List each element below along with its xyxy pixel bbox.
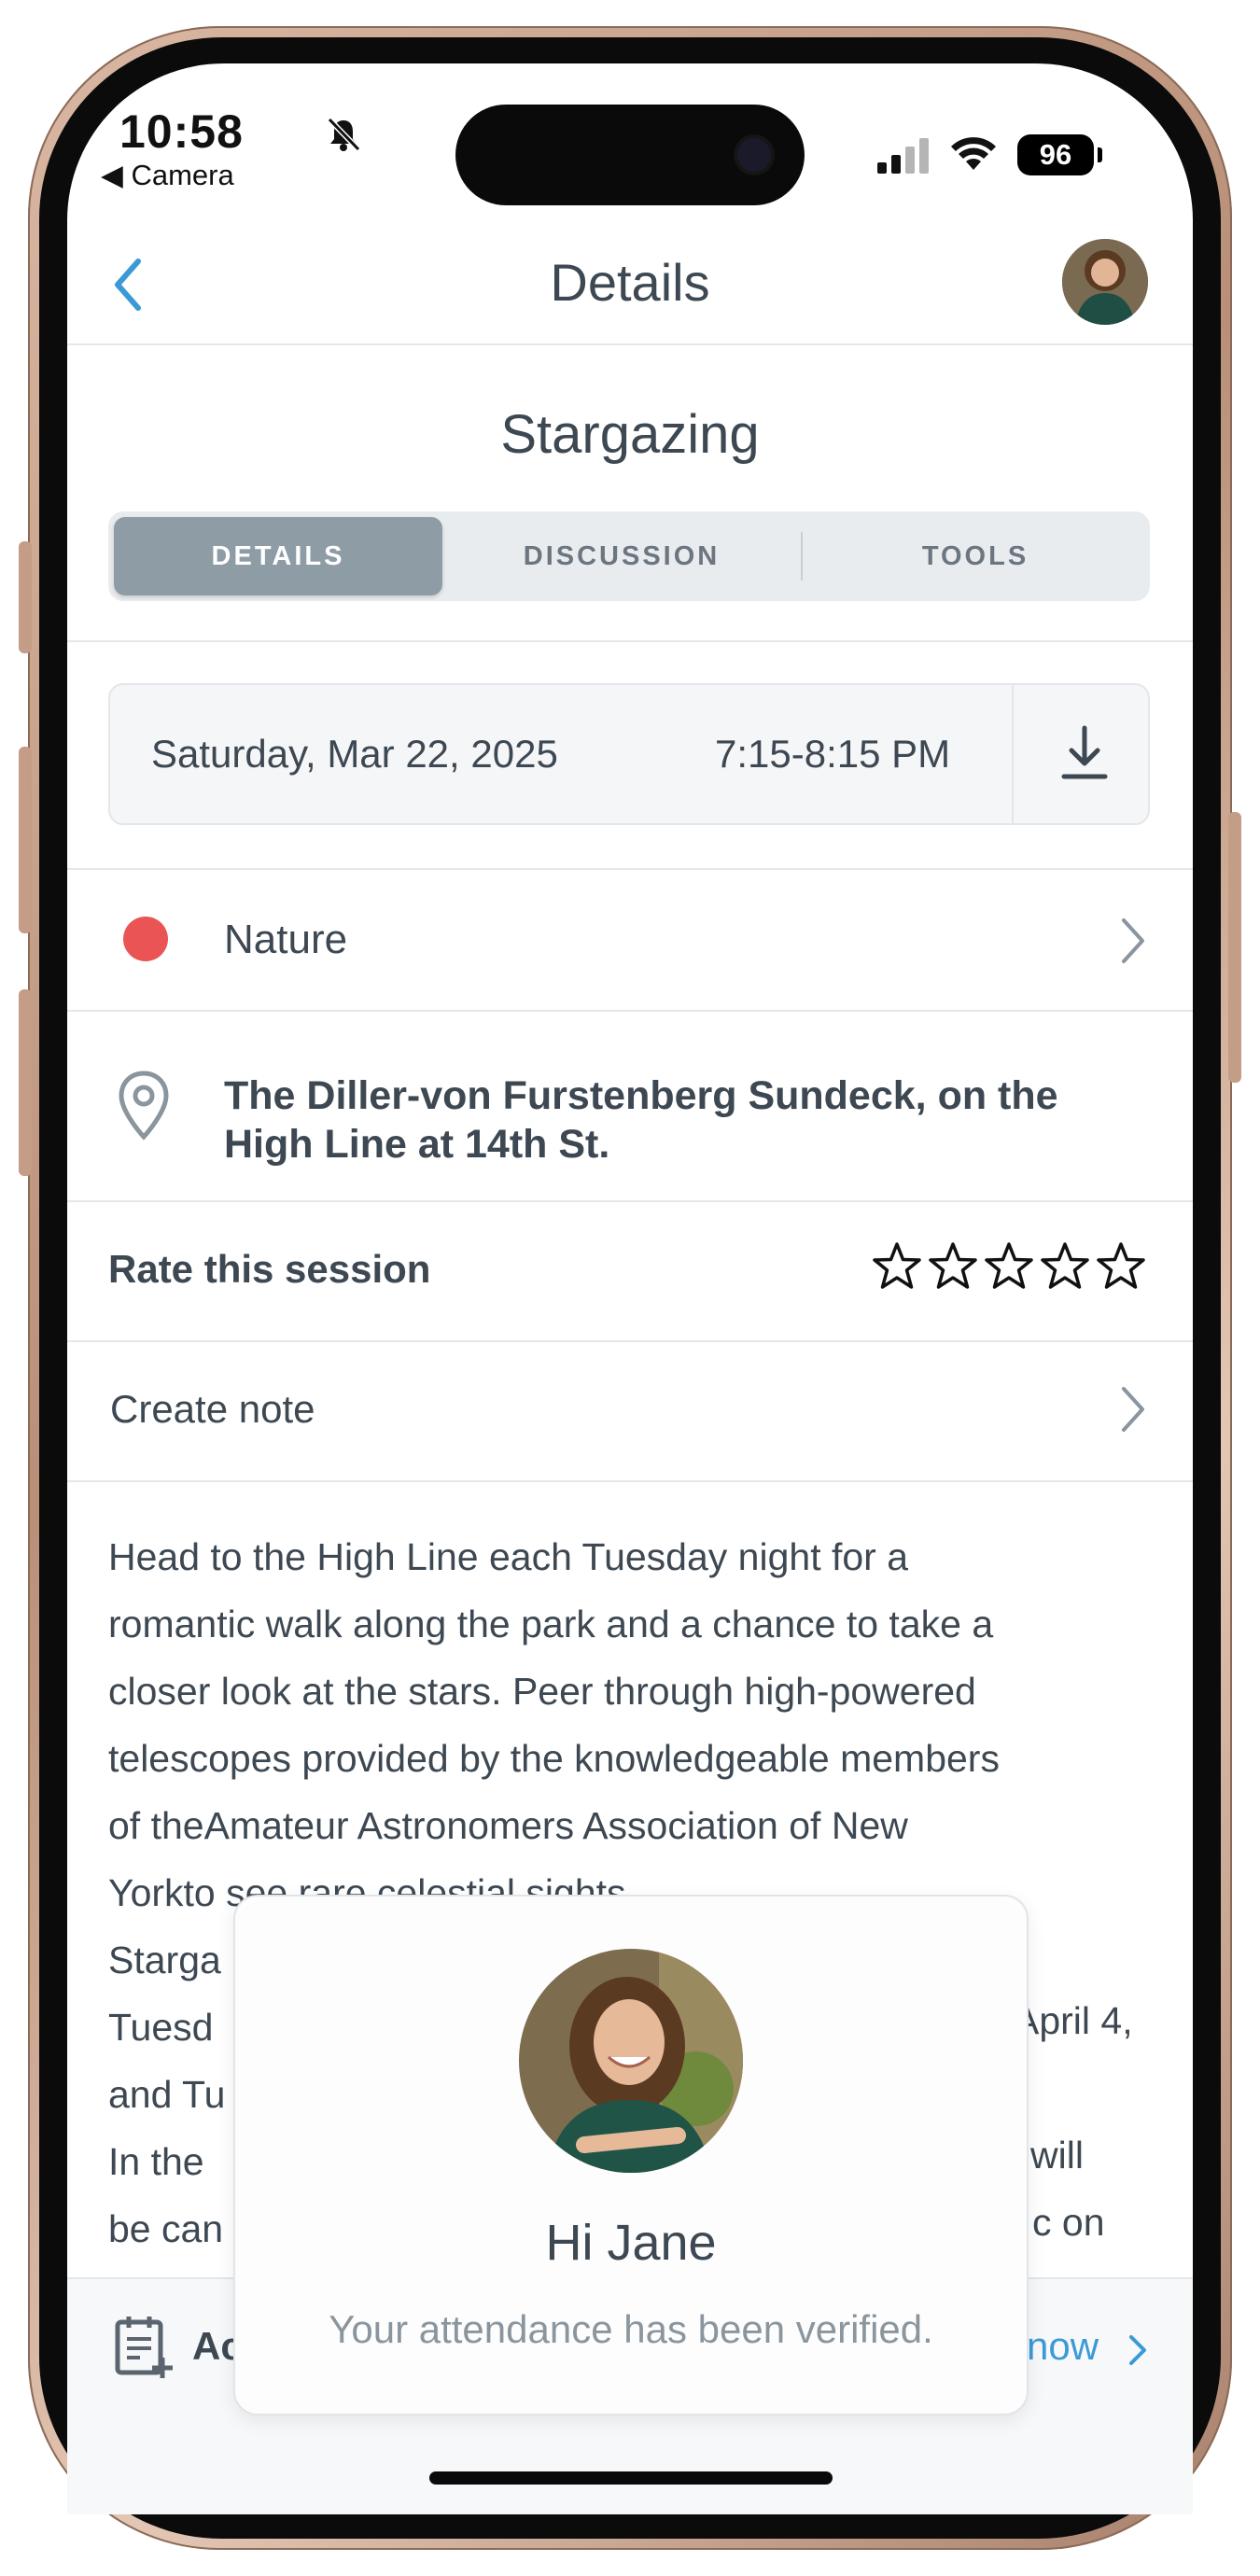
action-button xyxy=(19,541,32,653)
cellular-signal-icon xyxy=(877,138,929,174)
description-line: Head to the High Line each Tuesday night… xyxy=(108,1535,909,1578)
download-icon[interactable] xyxy=(1057,722,1113,784)
description-fragment: will xyxy=(1030,2134,1084,2177)
rate-session-label: Rate this session xyxy=(108,1247,431,1291)
category-color-dot xyxy=(123,917,168,961)
category-label: Nature xyxy=(224,917,348,962)
rating-stars xyxy=(872,1241,1152,1295)
back-to-camera-link[interactable]: ◀ Camera xyxy=(101,159,234,192)
home-indicator[interactable] xyxy=(429,2471,833,2485)
tab-tools[interactable]: TOOLS xyxy=(806,511,1144,601)
volume-down-button xyxy=(19,989,32,1176)
star-icon[interactable] xyxy=(872,1241,922,1292)
nav-divider xyxy=(67,343,1193,345)
dynamic-island xyxy=(455,105,805,205)
star-icon[interactable] xyxy=(1096,1241,1146,1292)
power-button xyxy=(1228,812,1241,1083)
description-line: of theAmateur Astronomers Association of… xyxy=(108,1804,908,1847)
description-line: telescopes provided by the knowledgeable… xyxy=(108,1737,1000,1780)
description-line: romantic walk along the park and a chanc… xyxy=(108,1603,994,1645)
calendar-add-icon[interactable] xyxy=(114,2313,175,2380)
date-time-box: Saturday, Mar 22, 2025 7:15-8:15 PM xyxy=(108,683,1150,825)
location-line-2: High Line at 14th St. xyxy=(224,1122,610,1167)
attendance-verified-popup: Hi Jane Your attendance has been verifie… xyxy=(233,1895,1029,2415)
description-fragment: April 4, xyxy=(1014,1999,1133,2042)
tab-details[interactable]: DETAILS xyxy=(114,517,442,595)
wifi-icon xyxy=(951,137,996,170)
star-icon[interactable] xyxy=(1040,1241,1090,1292)
location-pin-icon xyxy=(119,1071,169,1141)
date-divider xyxy=(67,868,1193,870)
tabs-divider xyxy=(67,640,1193,642)
event-hours: 7:15-8:15 PM xyxy=(715,732,951,776)
create-note-label: Create note xyxy=(110,1387,315,1431)
event-title: Stargazing xyxy=(500,404,760,465)
location-divider xyxy=(67,1200,1193,1202)
chevron-right-icon xyxy=(1122,1387,1144,1432)
note-divider xyxy=(67,1480,1193,1482)
category-divider xyxy=(67,1010,1193,1012)
chevron-right-icon xyxy=(1122,918,1144,963)
download-separator xyxy=(1012,685,1014,823)
status-time: 10:58 xyxy=(119,105,244,158)
rate-divider xyxy=(67,1340,1193,1342)
battery-indicator: 96 xyxy=(1017,134,1102,175)
user-avatar xyxy=(519,1949,743,2173)
description-line: closer look at the stars. Peer through h… xyxy=(108,1670,976,1713)
volume-up-button xyxy=(19,747,32,933)
tab-separator xyxy=(801,532,803,581)
bottom-right-action[interactable]: now xyxy=(1027,2324,1099,2369)
location-line-1: The Diller-von Furstenberg Sundeck, on t… xyxy=(224,1073,1058,1118)
tab-discussion[interactable]: DISCUSSION xyxy=(455,511,788,601)
event-date: Saturday, Mar 22, 2025 xyxy=(151,732,558,776)
description-fragment: c on xyxy=(1032,2201,1105,2244)
user-avatar[interactable] xyxy=(1062,239,1148,325)
greeting-text: Hi Jane xyxy=(545,2215,717,2271)
chevron-right-icon xyxy=(1129,2335,1146,2365)
bell-muted-icon xyxy=(327,117,361,152)
verification-message: Your attendance has been verified. xyxy=(329,2307,933,2351)
star-icon[interactable] xyxy=(984,1241,1034,1292)
star-icon[interactable] xyxy=(928,1241,978,1292)
tab-bar: DETAILS DISCUSSION TOOLS xyxy=(108,511,1150,601)
